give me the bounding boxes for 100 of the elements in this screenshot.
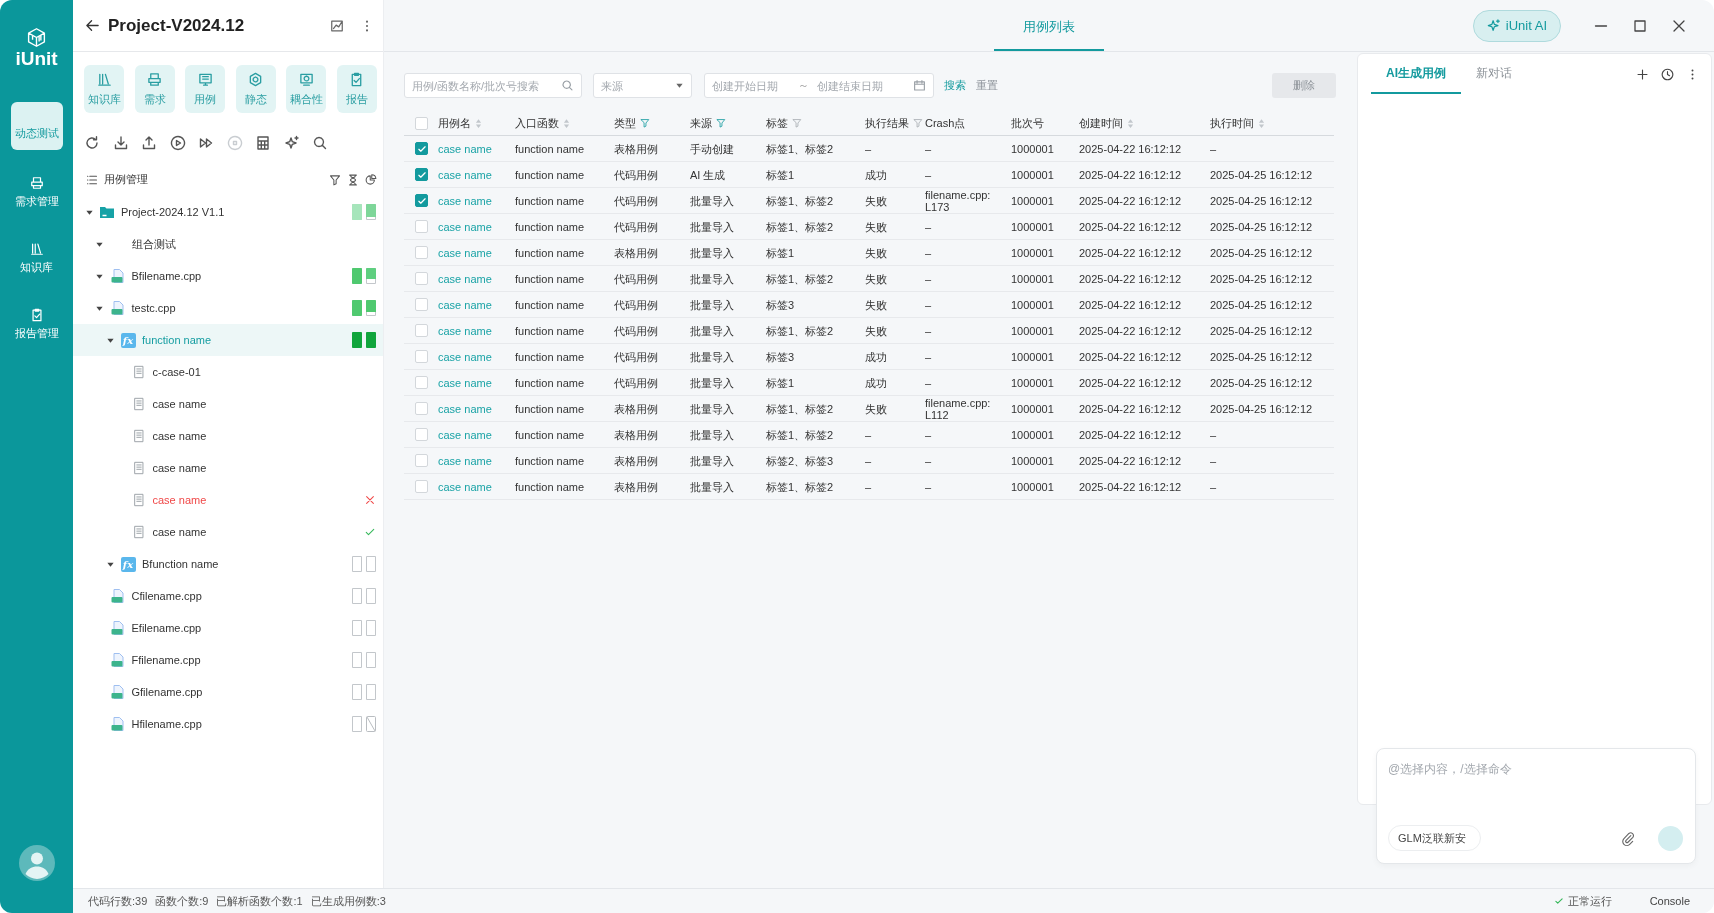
tree-item[interactable]: Bfilename.cpp — [73, 260, 383, 292]
end-date-input[interactable]: 创建结束日期 — [817, 79, 895, 92]
tree-item[interactable]: Hfilename.cpp — [73, 708, 383, 740]
pie-chart-icon[interactable] — [365, 174, 377, 186]
table-cell: – — [925, 168, 932, 181]
start-date-input[interactable]: 创建开始日期 — [712, 79, 790, 92]
status-text: 已生成用例数:3 — [310, 893, 386, 909]
table-cell: function name — [515, 454, 585, 467]
tree-item[interactable]: c-case-01 — [73, 356, 383, 388]
tree-item[interactable]: fx function name — [73, 324, 383, 356]
reset-link[interactable]: 重置 — [976, 78, 998, 93]
table-cell: – — [925, 246, 932, 259]
select-all-checkbox[interactable] — [415, 116, 428, 130]
case-link[interactable]: case name — [438, 220, 492, 233]
table-cell: function name — [515, 376, 585, 389]
delete-button[interactable]: 删除 — [1272, 73, 1336, 98]
tree-item[interactable]: Efilename.cpp — [73, 612, 383, 644]
tree-item[interactable]: case name — [73, 388, 383, 420]
console-link[interactable]: Console — [1649, 895, 1690, 907]
tree-item[interactable]: case name — [73, 452, 383, 484]
table-cell: – — [925, 142, 932, 155]
table-cell: – — [925, 272, 932, 285]
case-link[interactable]: case name — [438, 142, 492, 155]
search-link[interactable]: 搜索 — [944, 78, 966, 93]
plus-icon[interactable] — [1636, 67, 1649, 81]
table-cell: function name — [515, 480, 585, 493]
tree-item[interactable]: Gfilename.cpp — [73, 676, 383, 708]
case-link[interactable]: case name — [438, 350, 492, 363]
empty-meter-track — [352, 620, 362, 636]
search-field[interactable]: 用例/函数名称/批次号搜索 — [404, 73, 582, 98]
case-link[interactable]: case name — [438, 428, 492, 441]
search-icon[interactable] — [312, 135, 328, 151]
date-range-field[interactable]: 创建开始日期 ～ 创建结束日期 — [704, 73, 934, 98]
case-link[interactable]: case name — [438, 168, 492, 181]
nav-item[interactable]: 动态测试 — [10, 102, 63, 150]
back-arrow-icon[interactable] — [85, 18, 100, 33]
table-cell: 2025-04-25 16:12:12 — [1210, 194, 1313, 207]
table-cell: 标签2、标签3 — [766, 454, 834, 467]
tree-item[interactable]: fx Bfunction name — [73, 548, 383, 580]
row-checkbox[interactable] — [415, 194, 428, 207]
table-cell: function name — [515, 350, 585, 363]
chart-icon[interactable] — [330, 18, 344, 33]
paperclip-icon[interactable] — [1620, 830, 1635, 846]
upload-icon[interactable] — [141, 135, 157, 151]
row-checkbox[interactable] — [415, 142, 428, 155]
tab[interactable]: 新对话 — [1461, 54, 1527, 94]
nav-item[interactable]: 报告管理 — [10, 300, 63, 348]
tree-item[interactable]: 组合测试 — [73, 228, 383, 260]
avatar-icon[interactable] — [18, 845, 55, 881]
module-button[interactable]: 静态 — [235, 65, 276, 113]
fast-forward-icon[interactable] — [198, 135, 214, 151]
module-button[interactable]: 用例 — [185, 65, 226, 113]
case-link[interactable]: case name — [438, 480, 492, 493]
case-link[interactable]: case name — [438, 454, 492, 467]
file-icon — [109, 652, 126, 668]
tree-item[interactable]: case name — [73, 420, 383, 452]
ai-assistant-button[interactable]: iUnit AI — [1472, 9, 1561, 42]
source-dropdown[interactable]: 来源 — [593, 73, 692, 98]
table-cell: – — [925, 454, 932, 467]
tab[interactable]: AI生成用例 — [1371, 54, 1461, 94]
module-button[interactable]: 知识库 — [84, 65, 124, 113]
table-cell: 代码用例 — [614, 272, 658, 285]
refresh-icon[interactable] — [84, 135, 100, 151]
calculator-icon[interactable] — [255, 135, 271, 151]
table-cell: 失败 — [865, 272, 887, 285]
module-button[interactable]: 报告 — [336, 65, 377, 113]
clock-icon[interactable] — [1661, 67, 1674, 81]
nav-item[interactable]: 需求管理 — [10, 168, 63, 216]
chat-input-box[interactable]: @选择内容，/选择命令 GLM泛联新安 — [1376, 748, 1696, 864]
play-icon[interactable] — [169, 135, 186, 151]
table-cell: 2025-04-25 16:12:12 — [1210, 350, 1313, 363]
sparkle-icon[interactable] — [283, 135, 300, 151]
calendar-icon — [913, 79, 926, 92]
row-checkbox[interactable] — [415, 168, 428, 181]
tree-item[interactable]: Ffilename.cpp — [73, 644, 383, 676]
case-link[interactable]: case name — [438, 376, 492, 389]
tree-item[interactable]: testc.cpp — [73, 292, 383, 324]
table-cell: 表格用例 — [614, 142, 658, 155]
download-icon[interactable] — [112, 135, 129, 151]
module-button[interactable]: 耦合性 — [286, 65, 327, 113]
tree-item[interactable]: case name — [73, 484, 383, 516]
maximize-icon[interactable] — [1632, 17, 1648, 34]
tree-item[interactable]: Cfilename.cpp — [73, 580, 383, 612]
case-link[interactable]: case name — [438, 272, 492, 285]
case-link[interactable]: case name — [438, 402, 492, 415]
case-link[interactable]: case name — [438, 246, 492, 259]
model-selector[interactable]: GLM泛联新安 — [1388, 825, 1481, 851]
tab[interactable]: 用例列表 — [994, 0, 1104, 51]
hourglass-icon[interactable] — [347, 174, 359, 186]
nav-item[interactable]: 知识库 — [10, 234, 63, 282]
tree-item[interactable]: Project-2024.12 V1.1 — [73, 196, 383, 228]
chat-input-field[interactable]: @选择内容，/选择命令 — [1388, 759, 1683, 825]
filter-icon[interactable] — [329, 174, 341, 186]
tree-item[interactable]: case name — [73, 516, 383, 548]
case-link[interactable]: case name — [438, 324, 492, 337]
module-button[interactable]: 需求 — [134, 65, 175, 113]
case-link[interactable]: case name — [438, 298, 492, 311]
file-icon — [109, 684, 126, 700]
case-link[interactable]: case name — [438, 194, 492, 207]
source-input[interactable]: 来源 — [601, 79, 675, 92]
